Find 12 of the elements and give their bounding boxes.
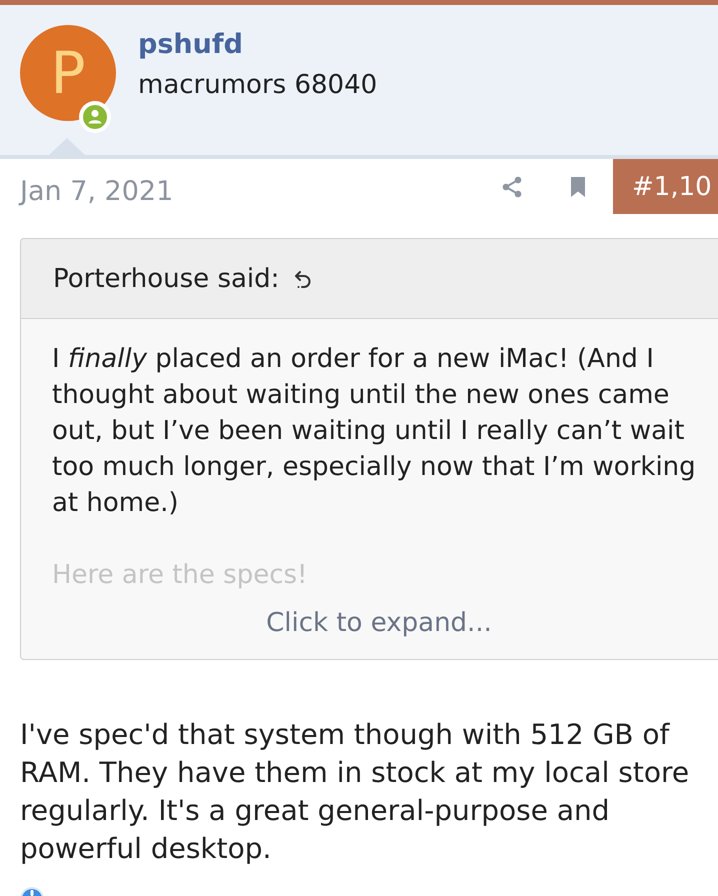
reaction-icon[interactable]: [20, 886, 44, 896]
bookmark-icon[interactable]: [570, 174, 586, 198]
post-message: I've spec'd that system though with 512 GB of RAM. They have them in stock at my local store regularly. It's a great general-purpose and powerful desktop.: [20, 717, 690, 867]
quote-paragraph: I finally placed an order for a new iMac! (And I thought about waiting until the new ones came out, but I’ve been waiting until I really can’t wait too much longer, especially now that I’m working at home.): [52, 343, 697, 520]
expand-link[interactable]: Click to expand...: [266, 605, 492, 641]
user-avatar[interactable]: P: [20, 25, 116, 121]
user-title: macrumors 68040: [138, 69, 378, 102]
share-icon[interactable]: [500, 174, 524, 198]
post-number-link[interactable]: #1,10: [613, 159, 718, 214]
username-link[interactable]: pshufd: [138, 29, 378, 61]
quote-author-link[interactable]: Porterhouse said:: [53, 264, 280, 294]
post-date: Jan 7, 2021: [20, 176, 174, 207]
